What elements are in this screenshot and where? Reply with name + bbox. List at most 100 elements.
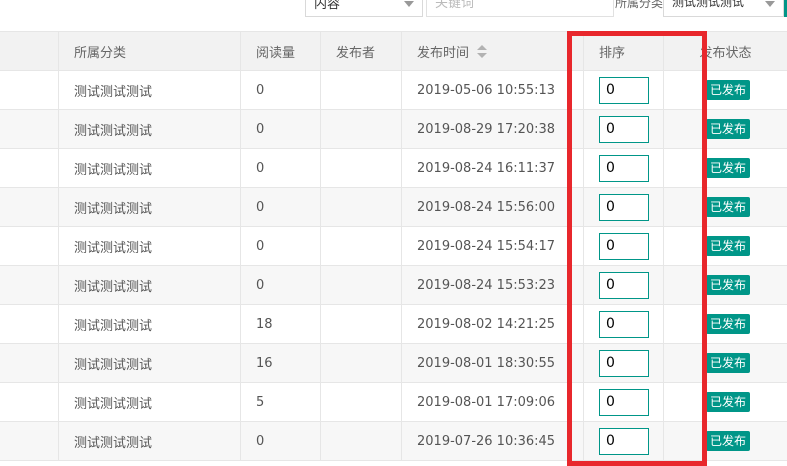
row-reads: 0 <box>240 422 320 460</box>
sort-order-input[interactable] <box>599 310 649 338</box>
table-header: 所属分类 阅读量 发布者 发布时间 排序 发布状态 <box>0 32 787 71</box>
sort-order-input[interactable] <box>599 388 649 416</box>
status-badge: 已发布 <box>706 236 751 256</box>
sort-order-input[interactable] <box>599 154 649 182</box>
row-sort-cell <box>583 110 663 148</box>
row-category: 测试测试测试 <box>58 227 240 265</box>
row-sort-cell <box>583 383 663 421</box>
row-publisher <box>320 266 401 304</box>
status-badge: 已发布 <box>706 314 751 334</box>
row-sort-cell <box>583 305 663 343</box>
table-row: 测试测试测试0 2019-08-24 15:56:00 已发布 <box>0 188 787 227</box>
header-status: 发布状态 <box>663 32 787 70</box>
row-publisher <box>320 305 401 343</box>
row-publisher <box>320 149 401 187</box>
row-publish-time: 2019-08-24 15:56:00 <box>401 188 583 226</box>
sort-order-input[interactable] <box>599 193 649 221</box>
row-status-cell: 已发布 <box>663 149 787 187</box>
filter-bar: 内容 所属分类 测试测试测试 <box>0 0 787 30</box>
status-badge: 已发布 <box>706 119 751 139</box>
table-row: 测试测试测试0 2019-08-24 15:53:23 已发布 <box>0 266 787 305</box>
header-publish-time[interactable]: 发布时间 <box>401 32 583 70</box>
row-reads: 0 <box>240 110 320 148</box>
row-reads: 0 <box>240 149 320 187</box>
table-row: 测试测试测试0 2019-05-06 10:55:13 已发布 <box>0 71 787 110</box>
table-row: 测试测试测试0 2019-08-24 15:54:17 已发布 <box>0 227 787 266</box>
row-sort-cell <box>583 266 663 304</box>
row-category: 测试测试测试 <box>58 266 240 304</box>
row-category: 测试测试测试 <box>58 344 240 382</box>
row-status-cell: 已发布 <box>663 266 787 304</box>
row-publish-time: 2019-07-26 10:36:45 <box>401 422 583 460</box>
row-reads: 18 <box>240 305 320 343</box>
row-sort-cell <box>583 71 663 109</box>
category-filter-label: 所属分类 <box>615 0 664 10</box>
row-category: 测试测试测试 <box>58 71 240 109</box>
row-category: 测试测试测试 <box>58 383 240 421</box>
row-category: 测试测试测试 <box>58 305 240 343</box>
status-badge: 已发布 <box>706 275 751 295</box>
content-type-select[interactable]: 内容 <box>305 0 423 17</box>
row-publisher <box>320 188 401 226</box>
row-publisher <box>320 344 401 382</box>
status-badge: 已发布 <box>706 197 751 217</box>
table-row: 测试测试测试5 2019-08-01 17:09:06 已发布 <box>0 383 787 422</box>
row-reads: 16 <box>240 344 320 382</box>
category-select-value: 测试测试测试 <box>672 0 745 9</box>
status-badge: 已发布 <box>706 392 751 412</box>
row-publish-time: 2019-08-24 15:53:23 <box>401 266 583 304</box>
sort-order-input[interactable] <box>599 427 649 455</box>
content-type-value: 内容 <box>314 0 341 12</box>
category-select[interactable]: 测试测试测试 <box>663 0 784 17</box>
row-reads: 0 <box>240 71 320 109</box>
row-publish-time: 2019-05-06 10:55:13 <box>401 71 583 109</box>
row-publish-time: 2019-08-01 17:09:06 <box>401 383 583 421</box>
chevron-down-icon <box>765 1 775 7</box>
row-publisher <box>320 71 401 109</box>
sort-icon[interactable] <box>477 44 488 58</box>
row-status-cell: 已发布 <box>663 227 787 265</box>
sort-order-input[interactable] <box>599 115 649 143</box>
row-status-cell: 已发布 <box>663 71 787 109</box>
row-status-cell: 已发布 <box>663 344 787 382</box>
row-publisher <box>320 227 401 265</box>
row-status-cell: 已发布 <box>663 188 787 226</box>
sort-order-input[interactable] <box>599 76 649 104</box>
keyword-input[interactable] <box>426 0 614 17</box>
sort-order-input[interactable] <box>599 349 649 377</box>
row-sort-cell <box>583 422 663 460</box>
status-badge: 已发布 <box>706 80 751 100</box>
header-category: 所属分类 <box>58 32 240 70</box>
table-row: 测试测试测试0 2019-07-26 10:36:45 已发布 <box>0 422 787 461</box>
sort-order-input[interactable] <box>599 271 649 299</box>
table-row: 测试测试测试0 2019-08-29 17:20:38 已发布 <box>0 110 787 149</box>
row-publish-time: 2019-08-24 15:54:17 <box>401 227 583 265</box>
row-publisher <box>320 110 401 148</box>
row-category: 测试测试测试 <box>58 110 240 148</box>
row-publisher <box>320 422 401 460</box>
status-badge: 已发布 <box>706 353 751 373</box>
row-status-cell: 已发布 <box>663 383 787 421</box>
row-publish-time: 2019-08-02 14:21:25 <box>401 305 583 343</box>
row-status-cell: 已发布 <box>663 422 787 460</box>
row-publish-time: 2019-08-29 17:20:38 <box>401 110 583 148</box>
row-reads: 0 <box>240 188 320 226</box>
row-category: 测试测试测试 <box>58 422 240 460</box>
header-sort: 排序 <box>583 32 663 70</box>
content-table: 所属分类 阅读量 发布者 发布时间 排序 发布状态 测试测试测试 0 2019-05… <box>0 31 787 461</box>
row-publisher <box>320 383 401 421</box>
chevron-down-icon <box>404 1 414 7</box>
row-sort-cell <box>583 149 663 187</box>
sort-order-input[interactable] <box>599 232 649 260</box>
row-publish-time: 2019-08-24 16:11:37 <box>401 149 583 187</box>
row-reads: 0 <box>240 266 320 304</box>
row-sort-cell <box>583 227 663 265</box>
row-category: 测试测试测试 <box>58 188 240 226</box>
row-sort-cell <box>583 344 663 382</box>
status-badge: 已发布 <box>706 431 751 451</box>
table-row: 测试测试测试16 2019-08-01 18:30:55 已发布 <box>0 344 787 383</box>
row-publish-time: 2019-08-01 18:30:55 <box>401 344 583 382</box>
row-status-cell: 已发布 <box>663 110 787 148</box>
header-reads: 阅读量 <box>240 32 320 70</box>
table-row: 测试测试测试0 2019-08-24 16:11:37 已发布 <box>0 149 787 188</box>
